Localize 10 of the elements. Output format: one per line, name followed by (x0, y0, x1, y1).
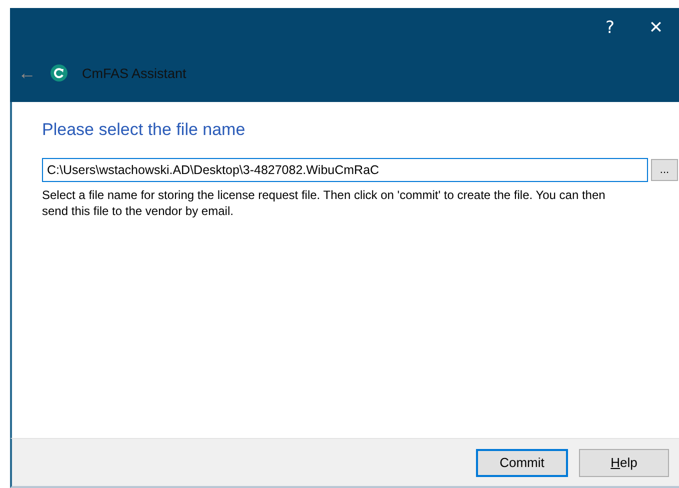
description-text: Select a file name for storing the license request file. Then click on 'commit' to create the file. You can then send this file to the vendor by email. (42, 187, 606, 219)
browse-button[interactable]: ... (651, 159, 678, 181)
page-heading: Please select the file name (42, 120, 246, 140)
close-button[interactable]: ✕ (633, 8, 679, 48)
commit-button[interactable]: Commit (476, 448, 568, 476)
window-title: CmFAS Assistant (82, 66, 186, 80)
refresh-logo-icon (50, 64, 68, 82)
help-button[interactable]: Help (579, 448, 669, 476)
file-name-field[interactable]: C:\Users\wstachowski.AD\Desktop\3-4827082.WibuCmRaC (42, 158, 648, 182)
help-button[interactable]: ? (587, 8, 633, 48)
